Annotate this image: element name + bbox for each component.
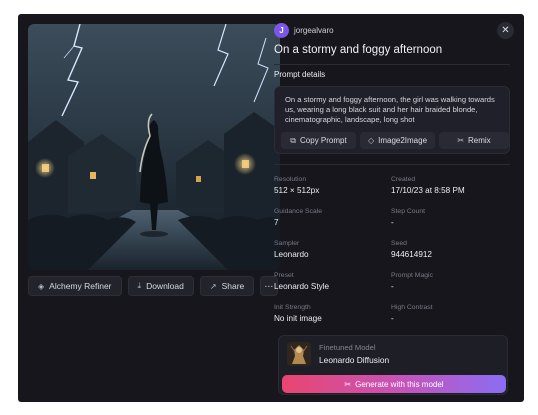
close-icon: ✕ (501, 25, 510, 36)
detail-label: Step Count (391, 208, 426, 215)
generated-image[interactable] (28, 24, 280, 270)
detail-guidance-scale: Guidance Scale 7 (274, 208, 389, 227)
detail-label: Created (391, 176, 416, 183)
remix-icon: ✂ (457, 136, 465, 145)
stormy-afternoon-artwork (28, 24, 280, 270)
avatar[interactable]: J (274, 23, 289, 38)
image-title: On a stormy and foggy afternoon (274, 44, 443, 56)
divider (274, 64, 510, 65)
detail-value: 7 (274, 218, 279, 227)
layers-icon: ◇ (367, 136, 375, 145)
remix-label: Remix (468, 136, 491, 145)
detail-value: - (391, 314, 394, 323)
detail-value: Leonardo Style (274, 282, 330, 291)
detail-label: Init Strength (274, 304, 311, 311)
detail-value: - (391, 282, 394, 291)
detail-value[interactable]: 944614912 (391, 250, 506, 259)
share-button[interactable]: ↗ Share (199, 276, 255, 296)
creator-info[interactable]: J jorgealvaro (274, 23, 334, 38)
share-label: Share (221, 281, 245, 291)
detail-label: Guidance Scale (274, 208, 322, 215)
prompt-actions: ⧉ Copy Prompt ◇ Image2Image ✂ Remix (281, 132, 509, 149)
prompt-details-heading: Prompt details (274, 70, 326, 79)
remix-button[interactable]: ✂ Remix (439, 132, 509, 149)
prompt-box: On a stormy and foggy afternoon, the gir… (274, 86, 510, 154)
detail-step-count: Step Count - (391, 208, 506, 227)
detail-init-strength: Init Strength No init image (274, 304, 389, 323)
detail-label: High Contrast (391, 304, 433, 311)
detail-label: Seed (391, 240, 407, 247)
copy-icon: ⧉ (290, 135, 297, 145)
detail-label: Resolution (274, 176, 307, 183)
download-label: Download (146, 281, 184, 291)
image-action-bar: ◈ Alchemy Refiner ⤓ Download ↗ Share ⋯ (28, 276, 279, 296)
copy-prompt-label: Copy Prompt (300, 136, 347, 145)
finetuned-model-card: Finetuned Model Leonardo Diffusion ✂ Gen… (278, 335, 508, 395)
creator-username[interactable]: jorgealvaro (294, 26, 334, 35)
alchemy-refiner-label: Alchemy Refiner (49, 281, 112, 291)
model-name[interactable]: Leonardo Diffusion (319, 355, 389, 365)
detail-value: - (391, 218, 394, 227)
model-thumbnail-art (287, 342, 311, 366)
download-icon: ⤓ (137, 281, 142, 290)
image2image-label: Image2Image (378, 136, 428, 145)
model-type-label: Finetuned Model (319, 343, 376, 352)
image-detail-modal: ◈ Alchemy Refiner ⤓ Download ↗ Share ⋯ J… (18, 14, 524, 402)
detail-value: 17/10/23 at 8:58 PM (391, 186, 465, 195)
detail-prompt-magic: Prompt Magic - (391, 272, 506, 291)
sparkle-icon: ✂ (344, 379, 352, 389)
generate-with-model-button[interactable]: ✂ Generate with this model (282, 375, 506, 393)
image-info-panel: J jorgealvaro ✕ On a stormy and foggy af… (274, 14, 524, 402)
divider (274, 164, 510, 165)
detail-resolution: Resolution 512 × 512px (274, 176, 389, 195)
close-button[interactable]: ✕ (497, 22, 514, 39)
detail-label: Prompt Magic (391, 272, 433, 279)
prompt-text: On a stormy and foggy afternoon, the gir… (285, 95, 495, 124)
generate-label: Generate with this model (355, 379, 444, 389)
model-thumbnail[interactable] (287, 342, 311, 366)
detail-seed: Seed 944614912 (391, 240, 506, 259)
detail-created: Created 17/10/23 at 8:58 PM (391, 176, 506, 195)
alchemy-diamond-icon: ◈ (38, 281, 45, 291)
detail-sampler: Sampler Leonardo (274, 240, 389, 259)
share-icon: ↗ (209, 281, 217, 291)
alchemy-refiner-button[interactable]: ◈ Alchemy Refiner (28, 276, 122, 296)
copy-prompt-button[interactable]: ⧉ Copy Prompt (281, 132, 356, 149)
detail-label: Sampler (274, 240, 300, 247)
detail-value: No init image (274, 314, 322, 323)
detail-value: 512 × 512px (274, 186, 320, 195)
detail-value: Leonardo (274, 250, 309, 259)
detail-high-contrast: High Contrast - (391, 304, 506, 323)
detail-preset: Preset Leonardo Style (274, 272, 389, 291)
more-options-icon: ⋯ (264, 280, 275, 291)
image2image-button[interactable]: ◇ Image2Image (360, 132, 435, 149)
download-button[interactable]: ⤓ Download (127, 276, 194, 296)
detail-label: Preset (274, 272, 294, 279)
